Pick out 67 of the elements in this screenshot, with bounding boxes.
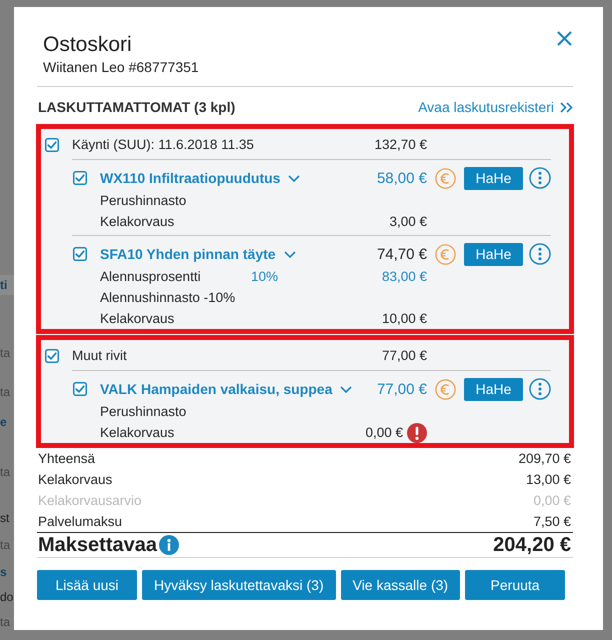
double-chevron-icon [560,102,573,112]
item-name-dropdown[interactable]: VALK Hampaiden valkaisu, suppea [100,381,352,397]
text-fragment: st [0,510,10,527]
group-amount: 77,00 € [382,348,427,362]
text-fragment: e [0,414,8,431]
chevron-down-icon [284,250,296,258]
group-amount: 132,70 € [374,136,427,152]
action-button[interactable]: HaHe [464,378,523,400]
chevron-down-icon [288,174,300,182]
action-button[interactable]: HaHe [464,242,523,266]
detail-label: Perushinnasto [100,404,186,419]
total-value: 209,70 € [518,451,571,466]
detail-label: Alennusprosentti [100,269,202,284]
more-options-icon[interactable] [529,167,551,189]
detail-value: 0,00 € [365,425,403,440]
footer-button[interactable]: Lisää uusi [37,570,137,600]
checkbox[interactable] [73,171,87,185]
detail-value: 83,00 € [382,269,427,284]
group-label: Muut rivit [72,348,127,362]
info-icon[interactable] [158,535,179,555]
text-fragment: ta [0,537,12,554]
detail-label: Kelakorvaus [100,311,174,326]
register-link[interactable]: Avaa laskutusrekisteri [418,99,573,115]
action-button[interactable]: HaHe [464,166,523,190]
detail-label: Kelakorvaus [100,214,174,229]
dialog-title: Ostoskori [43,33,133,57]
text-fragment: ta [0,345,12,362]
detail-value: 10,00 € [382,311,427,326]
text-fragment: ta [0,464,12,481]
text-fragment: ta [0,384,12,401]
discount-rate: 10% [251,269,278,284]
chevron-down-icon [340,386,352,392]
total-label: Kelakorvaus [38,472,112,487]
item-name-dropdown[interactable]: WX110 Infiltraatiopuudutus [100,170,300,186]
footer-button[interactable]: Hyväksy laskutettavaksi (3) [142,570,336,600]
item-price: 77,00 € [376,380,427,398]
total-label: Yhteensä [38,451,96,466]
group-label: Käynti (SUU): 11.6.2018 11.35 [72,136,254,152]
text-fragment: ti [0,275,14,295]
checkbox[interactable] [73,247,87,261]
footer-button[interactable]: Vie kassalle (3) [340,570,460,600]
item-price: 74,70 € [376,246,427,262]
total-value: 0,00 € [533,493,571,508]
total-value: 13,00 € [526,472,571,487]
footer-button[interactable]: Peruuta [465,570,566,600]
item-name-dropdown[interactable]: SFA10 Yhden pinnan täyte [100,246,296,262]
total-value: 7,50 € [533,514,571,529]
more-options-icon[interactable] [529,243,551,265]
amount-due-value: 204,20 € [493,534,571,556]
close-icon[interactable] [557,31,572,46]
customer-subtitle: Wiitanen Leo #68777351 [43,58,199,77]
text-fragment: ta [0,614,12,631]
detail-label: Kelakorvaus [100,425,174,440]
text-fragment: s [0,564,8,581]
more-options-icon[interactable] [529,378,551,400]
amount-due-label: Maksettavaa [38,534,157,556]
section-title: LASKUTTAMATTOMAT (3 kpl) [38,99,236,115]
checkbox[interactable] [73,382,87,396]
detail-label: Perushinnasto [100,193,186,208]
checkbox[interactable] [45,138,59,152]
total-label: Kelakorvausarvio [38,493,142,508]
total-label: Palvelumaksu [38,514,122,529]
item-price: 58,00 € [376,170,427,186]
detail-label: Alennushinnasto -10% [100,290,236,305]
text-fragment: do [0,589,14,606]
checkbox[interactable] [45,348,59,362]
detail-value: 3,00 € [389,214,427,229]
